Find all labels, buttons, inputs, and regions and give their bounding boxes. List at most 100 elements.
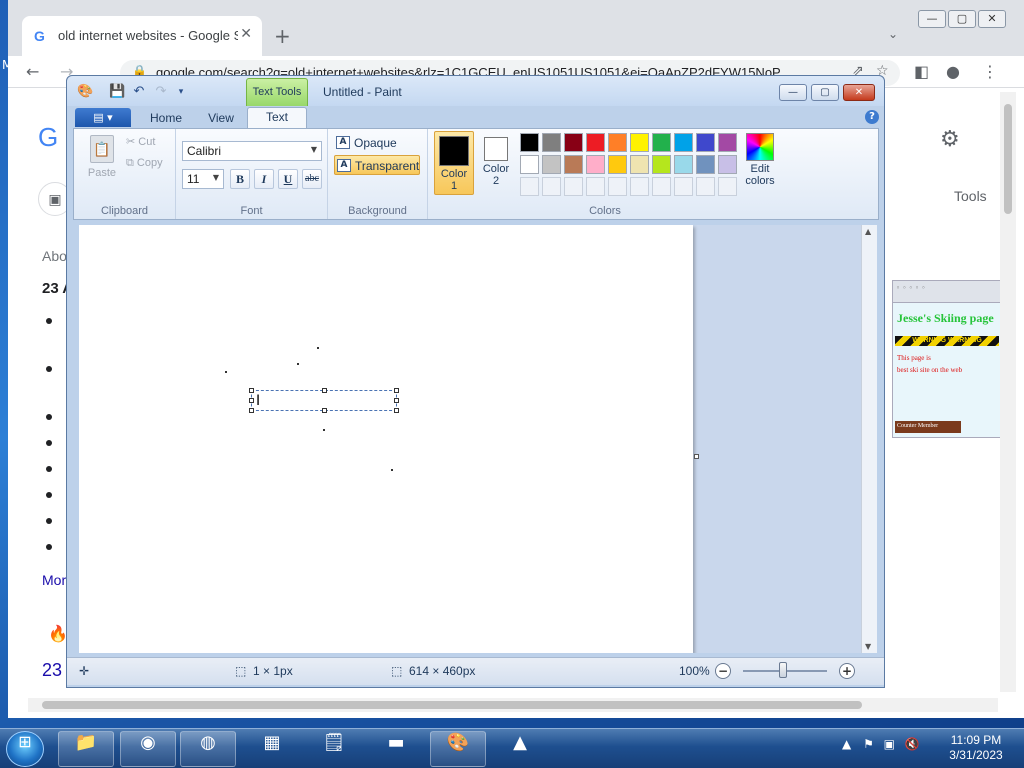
edit-colors-button[interactable]: Edit colors: [738, 131, 782, 195]
resize-handle[interactable]: [322, 388, 327, 393]
palette-swatch[interactable]: [608, 155, 627, 174]
result-number[interactable]: 23: [42, 660, 62, 681]
underline-button[interactable]: U: [278, 169, 298, 189]
scroll-up-icon[interactable]: ▲: [865, 227, 871, 236]
paint-file-menu-button[interactable]: ▤ ▾: [75, 108, 131, 127]
undo-icon[interactable]: ↶: [131, 84, 147, 100]
cut-button[interactable]: ✂ Cut: [126, 135, 155, 148]
paint-taskbar-icon[interactable]: 🎨: [430, 731, 486, 767]
help-icon[interactable]: ?: [865, 110, 879, 124]
menu-kebab-icon[interactable]: ⋮: [982, 62, 998, 81]
maximize-button[interactable]: ▢: [948, 10, 976, 28]
palette-swatch[interactable]: [608, 177, 627, 196]
font-size-dropdown[interactable]: 11 ▼: [182, 169, 224, 189]
scrollbar-thumb[interactable]: [1004, 104, 1012, 214]
italic-button[interactable]: I: [254, 169, 274, 189]
command-prompt-taskbar-icon[interactable]: ▬: [368, 731, 424, 767]
customize-toolbar-chevron-icon[interactable]: ▾: [173, 84, 189, 100]
resize-handle[interactable]: [249, 388, 254, 393]
volume-muted-icon[interactable]: 🔇: [905, 737, 920, 751]
font-family-dropdown[interactable]: Calibri ▼: [182, 141, 322, 161]
palette-swatch[interactable]: [696, 155, 715, 174]
zoom-out-button[interactable]: −: [715, 663, 731, 679]
page-horizontal-scrollbar[interactable]: [28, 698, 998, 712]
palette-swatch[interactable]: [630, 133, 649, 152]
minimize-button[interactable]: —: [918, 10, 946, 28]
qbittorrent-taskbar-icon[interactable]: ◉: [120, 731, 176, 767]
palette-swatch[interactable]: [696, 177, 715, 196]
palette-swatch[interactable]: [564, 155, 583, 174]
redo-icon[interactable]: ↷: [153, 84, 169, 100]
more-link[interactable]: Mor: [42, 572, 66, 588]
text-input-box[interactable]: I: [249, 388, 399, 413]
skiing-page-thumbnail[interactable]: ◦ ◦ ◦ ◦ ◦ Jesse's Skiing page WARNING WA…: [892, 280, 1002, 438]
resize-handle[interactable]: [322, 408, 327, 413]
palette-swatch[interactable]: [718, 133, 737, 152]
paint-minimize-button[interactable]: —: [779, 84, 807, 101]
palette-swatch[interactable]: [630, 155, 649, 174]
taskbar-clock[interactable]: 11:09 PM 3/31/2023: [936, 733, 1016, 763]
palette-swatch[interactable]: [520, 177, 539, 196]
paint-maximize-button[interactable]: ▢: [811, 84, 839, 101]
palette-swatch[interactable]: [652, 133, 671, 152]
start-button[interactable]: ⊞: [6, 731, 44, 767]
color1-selector[interactable]: Color 1: [434, 131, 474, 195]
resize-handle[interactable]: [394, 398, 399, 403]
palette-swatch[interactable]: [718, 177, 737, 196]
tab-home[interactable]: Home: [137, 109, 195, 128]
vlc-taskbar-icon[interactable]: ▲: [492, 731, 548, 767]
zoom-in-button[interactable]: +: [839, 663, 855, 679]
palette-swatch[interactable]: [586, 133, 605, 152]
tab-search-chevron-icon[interactable]: ⌄: [888, 27, 898, 41]
paint-close-button[interactable]: ✕: [843, 84, 875, 101]
palette-swatch[interactable]: [542, 177, 561, 196]
strikethrough-button[interactable]: abc: [302, 169, 322, 189]
paint-canvas[interactable]: I: [79, 225, 693, 653]
resize-handle[interactable]: [249, 398, 254, 403]
bold-button[interactable]: B: [230, 169, 250, 189]
palette-swatch[interactable]: [542, 155, 561, 174]
resize-handle[interactable]: [394, 408, 399, 413]
copy-button[interactable]: ⧉ Copy: [126, 157, 163, 170]
palette-swatch[interactable]: [586, 177, 605, 196]
paste-button[interactable]: 📋 Paste: [82, 133, 122, 179]
tools-button[interactable]: Tools: [954, 188, 987, 204]
palette-swatch[interactable]: [718, 155, 737, 174]
palette-swatch[interactable]: [564, 133, 583, 152]
palette-swatch[interactable]: [652, 155, 671, 174]
palette-swatch[interactable]: [564, 177, 583, 196]
save-icon[interactable]: 💾: [109, 84, 125, 100]
profile-avatar-icon[interactable]: ●: [946, 62, 960, 81]
palette-swatch[interactable]: [674, 177, 693, 196]
palette-swatch[interactable]: [652, 177, 671, 196]
canvas-resize-handle[interactable]: [694, 454, 699, 459]
tab-close-icon[interactable]: ✕: [240, 26, 252, 42]
close-button[interactable]: ✕: [978, 10, 1006, 28]
opaque-option[interactable]: A Opaque: [334, 133, 420, 153]
palette-swatch[interactable]: [608, 133, 627, 152]
side-panel-icon[interactable]: ◧: [914, 62, 929, 81]
calculator-taskbar-icon[interactable]: ▦: [244, 731, 300, 767]
resize-handle[interactable]: [394, 388, 399, 393]
tab-text[interactable]: Text: [247, 107, 307, 129]
palette-swatch[interactable]: [542, 133, 561, 152]
sticky-notes-taskbar-icon[interactable]: 🗒: [306, 731, 362, 767]
page-vertical-scrollbar[interactable]: [1000, 92, 1016, 692]
scrollbar-thumb[interactable]: [42, 701, 862, 709]
tab-view[interactable]: View: [195, 109, 247, 128]
zoom-slider-thumb[interactable]: [779, 662, 787, 678]
palette-swatch[interactable]: [630, 177, 649, 196]
show-hidden-icons-icon[interactable]: ▲: [842, 737, 851, 751]
file-explorer-taskbar-icon[interactable]: 📁: [58, 731, 114, 767]
canvas-vertical-scrollbar[interactable]: ▲ ▼: [861, 225, 877, 653]
network-icon[interactable]: ▣: [884, 737, 895, 751]
resize-handle[interactable]: [249, 408, 254, 413]
new-tab-button[interactable]: +: [274, 24, 291, 48]
google-logo[interactable]: G: [38, 122, 58, 153]
palette-swatch[interactable]: [696, 133, 715, 152]
palette-swatch[interactable]: [586, 155, 605, 174]
palette-swatch[interactable]: [674, 133, 693, 152]
color2-selector[interactable]: Color 2: [476, 131, 516, 195]
palette-swatch[interactable]: [674, 155, 693, 174]
palette-swatch[interactable]: [520, 133, 539, 152]
